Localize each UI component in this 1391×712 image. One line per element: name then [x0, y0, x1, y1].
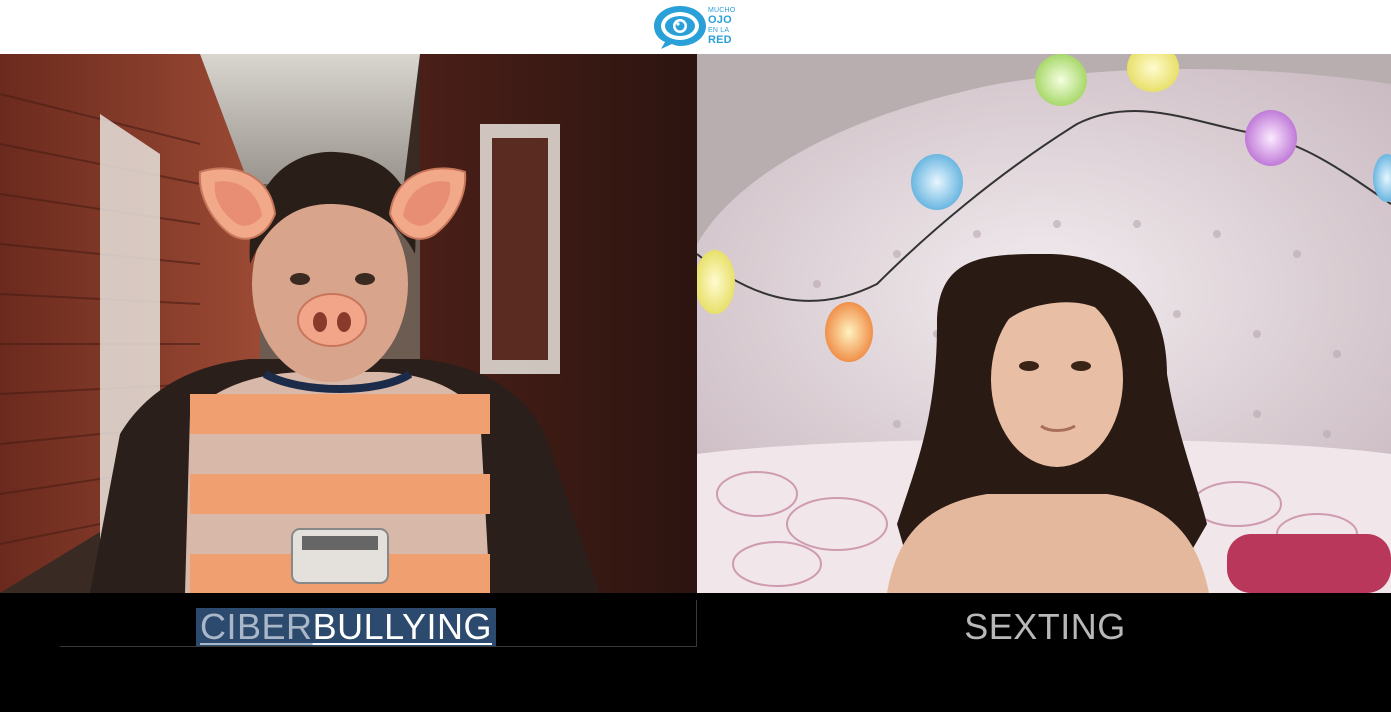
tab-underline: [60, 646, 697, 647]
site-logo[interactable]: MUCHO OJO EN LA RED: [652, 2, 744, 50]
logo-line-4: RED: [708, 34, 732, 46]
eye-speech-bubble-icon: [654, 6, 706, 49]
logo-wordmark: MUCHO OJO EN LA RED: [708, 6, 735, 46]
tab-divider: [696, 600, 697, 646]
bedroom-scene-illustration: [697, 54, 1391, 593]
tab-ciberbullying[interactable]: CIBERBULLYING: [196, 606, 496, 647]
site-header: MUCHO OJO EN LA RED: [0, 0, 1391, 54]
hallway-scene-illustration: [0, 54, 697, 593]
tab-ciber-suffix: BULLYING: [312, 606, 492, 647]
logo-line-2: OJO: [708, 14, 732, 26]
cyberbullying-panel-image[interactable]: [0, 54, 697, 593]
tab-sexting-label: SEXTING: [964, 606, 1126, 647]
sexting-panel-image[interactable]: [697, 54, 1391, 593]
tab-sexting[interactable]: SEXTING: [945, 606, 1145, 647]
tab-ciber-prefix: CIBER: [200, 606, 313, 647]
